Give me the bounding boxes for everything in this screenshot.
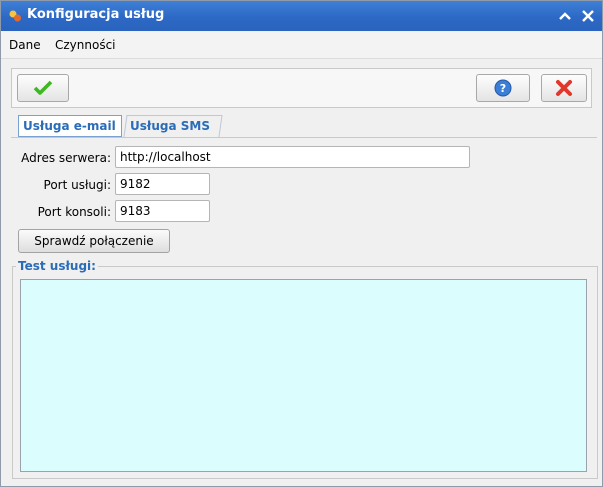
server-field[interactable] <box>115 146 470 168</box>
server-label: Adres serwera: <box>21 151 111 165</box>
menu-dane[interactable]: Dane <box>9 38 41 52</box>
tab-email[interactable]: Usługa e-mail <box>18 115 122 137</box>
close-icon <box>582 10 594 22</box>
test-connection-button[interactable]: Sprawdź połączenie <box>18 229 170 253</box>
window: Konfiguracja usług Dane Czynności ? Usłu… <box>0 0 603 487</box>
svg-text:?: ? <box>500 82 506 95</box>
checkmark-icon <box>33 80 53 95</box>
tab-sms[interactable]: Usługa SMS <box>123 115 223 137</box>
help-icon: ? <box>494 79 512 97</box>
toolbar: ? <box>11 68 592 108</box>
tab-sms-label: Usługa SMS <box>130 119 210 133</box>
minimize-button[interactable] <box>554 5 576 27</box>
close-window-button[interactable] <box>577 5 599 27</box>
test-group: Test usługi: <box>12 259 598 479</box>
port-field[interactable] <box>115 173 210 195</box>
tab-email-label: Usługa e-mail <box>23 119 116 133</box>
menu-bar: Dane Czynności <box>1 32 602 59</box>
close-icon <box>556 80 572 96</box>
chevron-up-icon <box>559 12 571 20</box>
port-label: Port usługi: <box>43 178 111 192</box>
help-button[interactable]: ? <box>476 74 530 102</box>
test-output-area[interactable] <box>20 279 587 472</box>
menu-czynnosci[interactable]: Czynności <box>55 38 116 52</box>
tab-panel-border <box>11 137 597 138</box>
cancel-button[interactable] <box>541 74 587 102</box>
window-title: Konfiguracja usług <box>27 7 165 22</box>
app-icon <box>9 10 21 22</box>
console-port-label: Port konsoli: <box>37 205 111 219</box>
confirm-button[interactable] <box>17 74 69 102</box>
console-port-field[interactable] <box>115 200 210 222</box>
test-group-title: Test usługi: <box>16 259 98 273</box>
title-bar: Konfiguracja usług <box>1 1 602 31</box>
